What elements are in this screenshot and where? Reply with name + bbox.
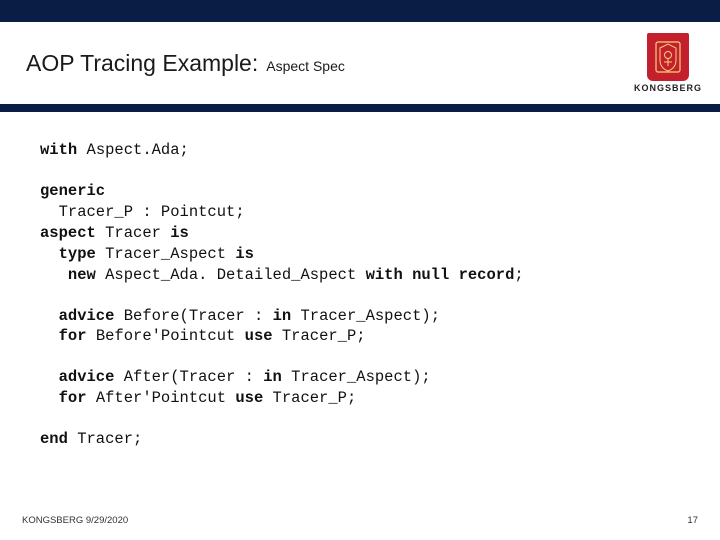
code-line: with Aspect.Ada; [40, 140, 688, 161]
brand-logo: KONGSBERG [634, 33, 702, 93]
under-accent-bar [0, 104, 720, 112]
slide-title-main: AOP Tracing Example: [26, 50, 258, 77]
slide-footer: KONGSBERG 9/29/2020 17 [0, 515, 720, 526]
brand-name: KONGSBERG [634, 83, 702, 93]
slide: AOP Tracing Example: Aspect Spec KONGSBE… [0, 0, 720, 540]
slide-heading: AOP Tracing Example: Aspect Spec [26, 50, 345, 77]
code-block: advice After(Tracer : in Tracer_Aspect);… [40, 367, 688, 409]
top-accent-bar [0, 0, 720, 22]
code-block: generic Tracer_P : Pointcut; aspect Trac… [40, 181, 688, 286]
footer-left: KONGSBERG 9/29/2020 [22, 515, 128, 526]
code-content: with Aspect.Ada; generic Tracer_P : Poin… [0, 112, 720, 450]
crest-icon [647, 33, 689, 81]
footer-page-number: 17 [687, 515, 698, 526]
slide-title-sub: Aspect Spec [266, 58, 345, 74]
title-bar: AOP Tracing Example: Aspect Spec KONGSBE… [0, 22, 720, 104]
code-line: end Tracer; [40, 429, 688, 450]
code-block: advice Before(Tracer : in Tracer_Aspect)… [40, 306, 688, 348]
